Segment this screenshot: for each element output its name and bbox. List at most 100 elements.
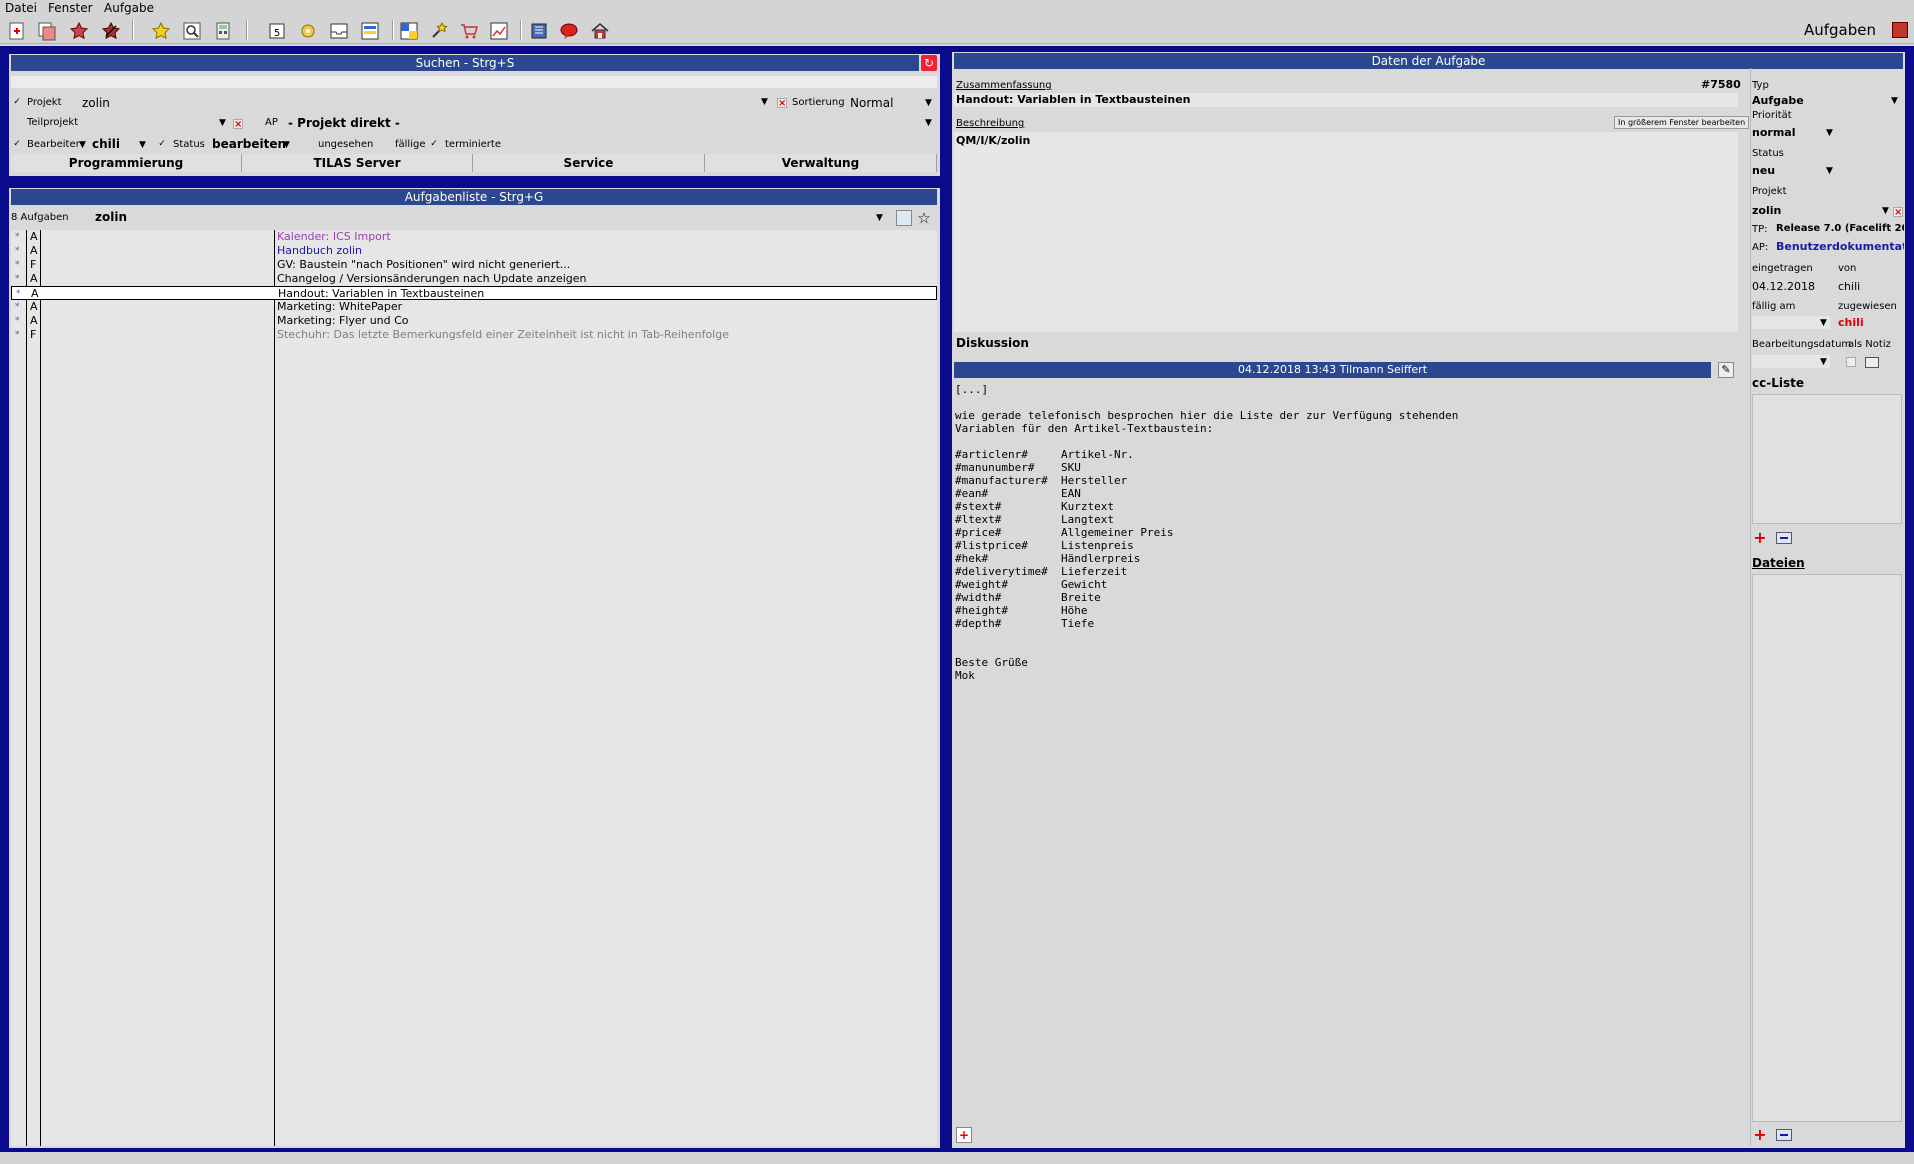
new-list-icon[interactable] [896, 210, 912, 226]
chevron-down-icon[interactable]: ▼ [79, 140, 86, 150]
list-item[interactable]: * A Kalender: ICS Import [11, 230, 937, 244]
search-text-input[interactable] [11, 76, 937, 88]
ap-checkbox[interactable] [249, 118, 259, 128]
toolbar-separator [246, 20, 248, 40]
faellige-checkbox[interactable] [379, 139, 389, 149]
favorite-remove-icon[interactable] [100, 20, 122, 42]
terminierte-checkbox[interactable]: ✓ [429, 139, 439, 149]
list-item-selected[interactable]: * A Handout: Variablen in Textbausteinen [11, 286, 937, 300]
toolbar-separator [392, 20, 394, 40]
refresh-icon[interactable]: ↻ [921, 55, 937, 71]
chat-icon[interactable] [558, 20, 580, 42]
wizard-icon[interactable] [428, 20, 450, 42]
projekt-checkbox[interactable]: ✓ [12, 97, 22, 107]
copy-task-icon[interactable] [36, 20, 58, 42]
bearbeiter-checkbox[interactable]: ✓ [12, 139, 22, 149]
teilprojekt-checkbox[interactable] [12, 118, 22, 128]
prioritaet-value[interactable]: normal [1752, 126, 1795, 139]
window-icon[interactable] [398, 20, 420, 42]
menu-fenster[interactable]: Fenster [48, 1, 93, 15]
calculator-icon[interactable] [212, 20, 234, 42]
ap-label: AP: [1752, 242, 1769, 253]
star-icon[interactable] [150, 20, 172, 42]
chevron-down-icon[interactable]: ▼ [283, 140, 290, 150]
search-panel: Suchen - Strg+S ↻ ✓ Projekt zolin ▼ × So… [9, 54, 940, 176]
tab-programmierung[interactable]: Programmierung [11, 154, 242, 172]
tab-tilas-server[interactable]: TILAS Server [242, 154, 473, 172]
status-value[interactable]: neu [1752, 164, 1775, 177]
teilprojekt-label: Teilprojekt [27, 117, 79, 128]
chart-icon[interactable] [488, 20, 510, 42]
list-item[interactable]: * A Handbuch zolin [11, 244, 937, 258]
list-item[interactable]: * A Marketing: WhitePaper [11, 300, 937, 314]
chevron-down-icon[interactable]: ▼ [139, 140, 146, 150]
book-icon[interactable] [528, 20, 550, 42]
zugewiesen-value[interactable]: chili [1838, 316, 1864, 329]
calendar-icon[interactable]: 5 [266, 20, 288, 42]
search-icon[interactable] [181, 20, 203, 42]
add-cc-icon[interactable]: + [1752, 530, 1768, 546]
tab-service[interactable]: Service [473, 154, 705, 172]
bearbeitungsdatum-input[interactable] [1752, 355, 1830, 368]
ungesehen-checkbox[interactable] [302, 139, 312, 149]
chevron-down-icon[interactable]: ▼ [1882, 206, 1889, 216]
tasklist-filter[interactable]: zolin [95, 210, 127, 224]
chevron-down-icon[interactable]: ▼ [1820, 318, 1827, 328]
remove-cc-icon[interactable] [1776, 532, 1792, 544]
settings-icon[interactable] [297, 20, 319, 42]
clear-projekt-icon[interactable]: × [1893, 207, 1903, 218]
bearbeiter-value[interactable]: chili [92, 137, 120, 151]
star-outline-icon[interactable]: ☆ [915, 209, 933, 227]
chevron-down-icon[interactable]: ▼ [1891, 96, 1898, 106]
edit-comment-icon[interactable]: ✎ [1718, 362, 1734, 378]
chevron-down-icon[interactable]: ▼ [925, 98, 932, 108]
chevron-down-icon[interactable]: ▼ [1826, 166, 1833, 176]
list-item[interactable]: * F Stechuhr: Das letzte Bemerkungsfeld ei… [11, 328, 937, 342]
terminierte-label: terminierte [445, 139, 501, 150]
cc-list[interactable] [1752, 394, 1902, 524]
als-notiz-checkbox[interactable] [1846, 357, 1856, 367]
projekt-value[interactable]: zolin [1752, 204, 1781, 217]
comment-line [955, 630, 1735, 643]
comment-line: #ean# EAN [955, 487, 1081, 500]
list-item[interactable]: * F GV: Baustein "nach Positionen" wird ni… [11, 258, 937, 272]
summary-input[interactable]: Handout: Variablen in Textbausteinen [954, 93, 1738, 107]
status-checkbox[interactable]: ✓ [157, 139, 167, 149]
note-icon[interactable] [1865, 357, 1879, 368]
chevron-down-icon[interactable]: ▼ [925, 118, 932, 128]
list-item[interactable]: * A Changelog / Versionsänderungen nach Up… [11, 272, 937, 286]
add-comment-icon[interactable]: + [956, 1127, 972, 1143]
add-file-icon[interactable]: + [1752, 1127, 1768, 1143]
report-icon[interactable] [359, 20, 381, 42]
status-value[interactable]: bearbeiten [212, 137, 286, 151]
tab-verwaltung[interactable]: Verwaltung [705, 154, 937, 172]
chevron-down-icon[interactable]: ▼ [219, 118, 226, 128]
menu-aufgabe[interactable]: Aufgabe [104, 1, 154, 15]
home-icon[interactable] [589, 20, 611, 42]
chevron-down-icon[interactable]: ▼ [1826, 128, 1833, 138]
chevron-down-icon[interactable]: ▼ [876, 213, 883, 223]
comment-line: #listprice# Listenpreis [955, 539, 1134, 552]
list-item[interactable]: * A Marketing: Flyer und Co [11, 314, 937, 328]
sortierung-value[interactable]: Normal [850, 96, 893, 110]
chevron-down-icon[interactable]: ▼ [761, 97, 768, 107]
description-textarea[interactable]: QM/I/K/zolin [954, 132, 1738, 332]
new-task-icon[interactable] [6, 20, 28, 42]
clear-projekt-icon[interactable]: × [777, 98, 787, 109]
projekt-value[interactable]: zolin [82, 96, 110, 110]
faellig-date-input[interactable] [1752, 316, 1830, 329]
typ-value[interactable]: Aufgabe [1752, 94, 1804, 107]
files-list[interactable] [1752, 574, 1902, 1122]
chevron-down-icon[interactable]: ▼ [1820, 357, 1827, 367]
ap-value[interactable]: - Projekt direkt - [288, 116, 400, 130]
ap-value[interactable]: Benutzerdokumentati [1776, 240, 1904, 253]
edit-in-larger-window-button[interactable]: In größerem Fenster bearbeiten [1614, 116, 1750, 129]
clear-teilprojekt-icon[interactable]: × [233, 119, 243, 130]
zusammenfassung-label: Zusammenfassung [956, 80, 1052, 91]
menu-datei[interactable]: Datei [5, 1, 37, 15]
cart-icon[interactable] [458, 20, 480, 42]
inbox-icon[interactable] [328, 20, 350, 42]
faellig-label: fällig am [1752, 301, 1796, 312]
remove-file-icon[interactable] [1776, 1129, 1792, 1141]
favorite-add-icon[interactable] [68, 20, 90, 42]
